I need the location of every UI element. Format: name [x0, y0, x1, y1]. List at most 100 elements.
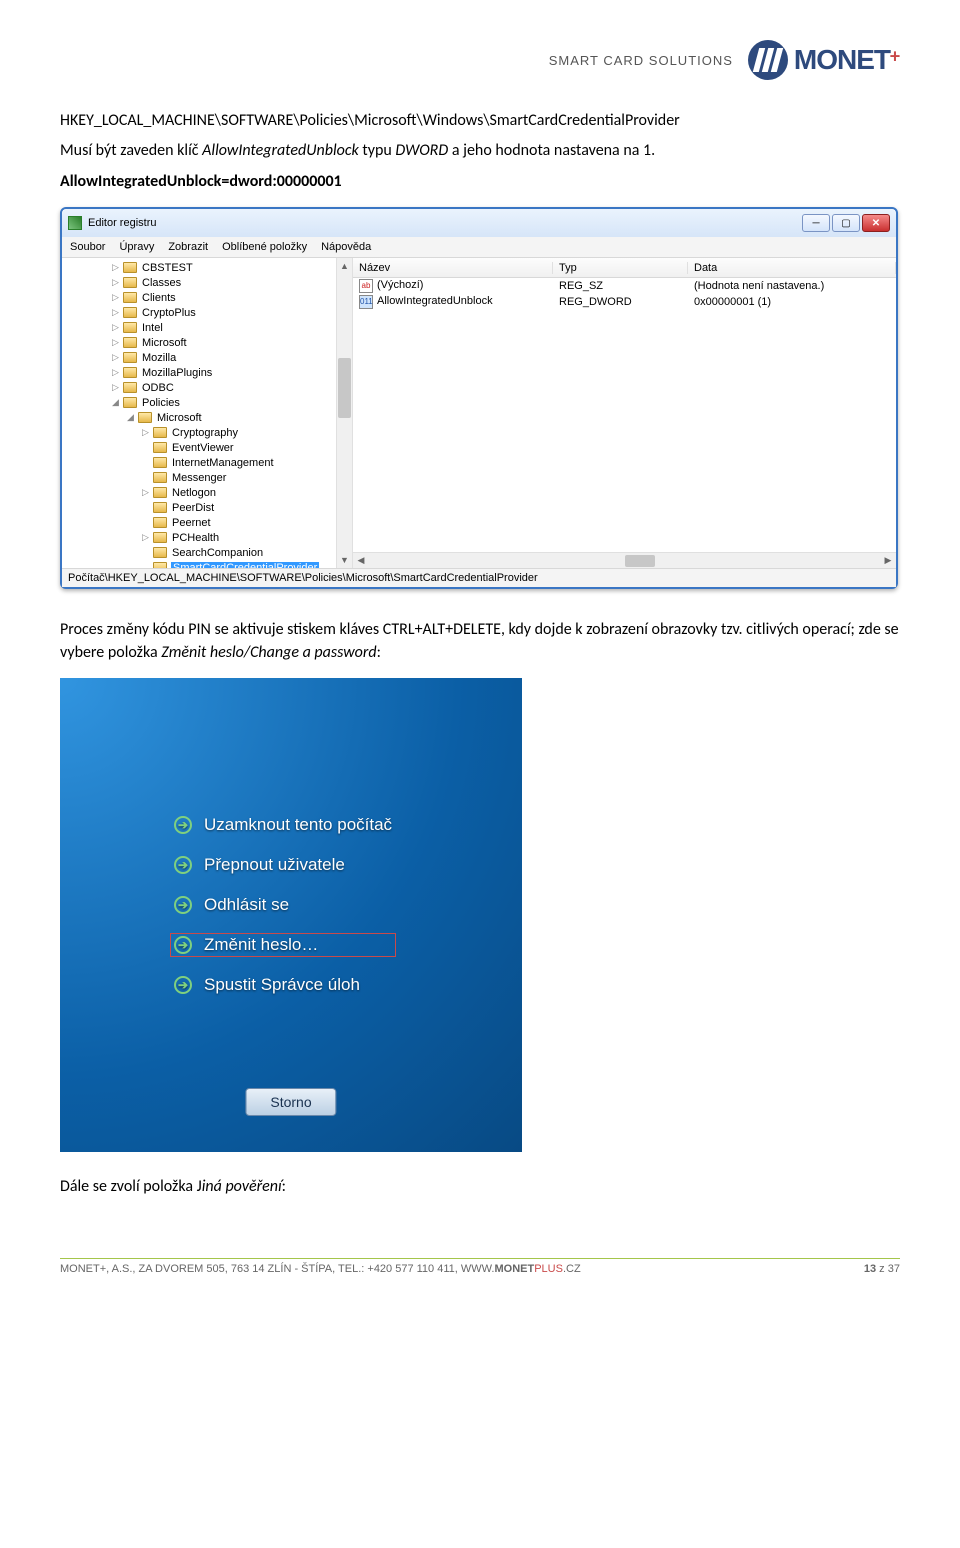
- tree-item[interactable]: EventViewer: [70, 440, 352, 455]
- menu-soubor[interactable]: Soubor: [70, 241, 105, 253]
- logo-text: MONET: [794, 44, 890, 75]
- tree-item[interactable]: ▷Intel: [70, 320, 352, 335]
- arrow-right-icon: ➔: [174, 936, 192, 954]
- expand-toggle-icon[interactable]: [140, 517, 151, 528]
- scroll-down-arrow-icon[interactable]: ▼: [337, 552, 352, 568]
- tree-scrollbar[interactable]: ▲ ▼: [336, 258, 352, 568]
- instruction-line-2: Musí být zaveden klíč AllowIntegratedUnb…: [60, 140, 900, 162]
- list-column-headers[interactable]: Název Typ Data: [353, 258, 896, 278]
- expand-toggle-icon[interactable]: ▷: [140, 427, 151, 438]
- dword-value-icon: 011: [359, 295, 373, 309]
- tree-item[interactable]: ▷Netlogon: [70, 485, 352, 500]
- string-value-icon: ab: [359, 279, 373, 293]
- expand-toggle-icon[interactable]: ◢: [125, 412, 136, 423]
- expand-toggle-icon[interactable]: ▷: [140, 532, 151, 543]
- folder-icon: [153, 532, 167, 543]
- menu-zobrazit[interactable]: Zobrazit: [168, 241, 208, 253]
- expand-toggle-icon[interactable]: [140, 562, 151, 568]
- maximize-button[interactable]: ▢: [832, 214, 860, 232]
- ctrl-alt-del-screenshot: ➔ Uzamknout tento počítač ➔Přepnout uživat…: [60, 678, 522, 1152]
- menu-oblibene[interactable]: Oblíbené položky: [222, 241, 307, 253]
- folder-icon: [123, 397, 137, 408]
- cad-item-label: Spustit Správce úloh: [204, 975, 360, 995]
- cad-menu-item[interactable]: ➔ Spustit Správce úloh: [170, 973, 396, 997]
- cad-menu-item[interactable]: ➔Přepnout uživatele: [170, 853, 396, 877]
- tree-item[interactable]: SearchCompanion: [70, 545, 352, 560]
- minimize-button[interactable]: ─: [802, 214, 830, 232]
- folder-icon: [153, 562, 167, 568]
- logo: MONET+: [748, 40, 900, 80]
- arrow-right-icon: ➔: [174, 856, 192, 874]
- list-hscrollbar[interactable]: ◀ ▶: [353, 552, 896, 568]
- expand-toggle-icon[interactable]: ▷: [110, 262, 121, 273]
- expand-toggle-icon[interactable]: [140, 472, 151, 483]
- footer-page-number: 13 z 37: [864, 1263, 900, 1275]
- folder-icon: [123, 352, 137, 363]
- cad-item-label: Uzamknout tento počítač: [204, 815, 392, 835]
- hscroll-right-arrow-icon[interactable]: ▶: [880, 555, 896, 566]
- cad-menu-item[interactable]: ➔Odhlásit se: [170, 893, 396, 917]
- expand-toggle-icon[interactable]: ▷: [110, 337, 121, 348]
- expand-toggle-icon[interactable]: [140, 457, 151, 468]
- value-data: 0x00000001 (1): [688, 296, 896, 308]
- expand-toggle-icon[interactable]: ▷: [110, 277, 121, 288]
- page-footer: MONET+, A.S., ZA DVOREM 505, 763 14 ZLÍN…: [60, 1258, 900, 1275]
- list-row[interactable]: 011AllowIntegratedUnblockREG_DWORD0x0000…: [353, 294, 896, 310]
- hscroll-thumb[interactable]: [625, 555, 655, 567]
- tree-item-label: CryptoPlus: [141, 307, 197, 319]
- cad-menu-item[interactable]: ➔ Uzamknout tento počítač: [170, 813, 396, 837]
- regedit-tree[interactable]: ▷CBSTEST▷Classes▷Clients▷CryptoPlus▷Inte…: [62, 258, 353, 568]
- arrow-right-icon: ➔: [174, 816, 192, 834]
- scroll-up-arrow-icon[interactable]: ▲: [337, 258, 352, 274]
- tree-item[interactable]: ▷ ODBC: [70, 380, 352, 395]
- tree-item[interactable]: SmartCardCredentialProvider: [70, 560, 352, 568]
- expand-toggle-icon[interactable]: ▷: [110, 307, 121, 318]
- expand-toggle-icon[interactable]: ▷: [110, 367, 121, 378]
- arrow-right-icon: ➔: [174, 976, 192, 994]
- expand-toggle-icon[interactable]: ▷: [110, 352, 121, 363]
- tree-item[interactable]: Messenger: [70, 470, 352, 485]
- close-button[interactable]: ✕: [862, 214, 890, 232]
- tree-item[interactable]: ▷PCHealth: [70, 530, 352, 545]
- tree-item-label: Mozilla: [141, 352, 177, 364]
- tree-item-label: Peernet: [171, 517, 212, 529]
- expand-toggle-icon[interactable]: [140, 442, 151, 453]
- tree-item[interactable]: InternetManagement: [70, 455, 352, 470]
- list-row[interactable]: ab(Výchozí)REG_SZ(Hodnota není nastavena…: [353, 278, 896, 294]
- expand-toggle-icon[interactable]: ◢: [110, 397, 121, 408]
- column-typ[interactable]: Typ: [553, 262, 688, 274]
- expand-toggle-icon[interactable]: [140, 547, 151, 558]
- value-type: REG_SZ: [553, 280, 688, 292]
- tree-item-label: Classes: [141, 277, 182, 289]
- instruction-para-2: Proces změny kódu PIN se aktivuje stiske…: [60, 619, 900, 664]
- tree-item[interactable]: ▷Microsoft: [70, 335, 352, 350]
- tree-item[interactable]: ▷MozillaPlugins: [70, 365, 352, 380]
- tree-item[interactable]: ▷ CryptoPlus: [70, 305, 352, 320]
- storno-button[interactable]: Storno: [245, 1088, 336, 1116]
- cad-menu-item[interactable]: ➔Změnit heslo…: [170, 933, 396, 957]
- tree-item[interactable]: Peernet: [70, 515, 352, 530]
- tree-item-label: ODBC: [141, 382, 175, 394]
- expand-toggle-icon[interactable]: ▷: [110, 382, 121, 393]
- folder-icon: [123, 337, 137, 348]
- menu-napoveda[interactable]: Nápověda: [321, 241, 371, 253]
- tree-item[interactable]: ▷ Classes: [70, 275, 352, 290]
- expand-toggle-icon[interactable]: [140, 502, 151, 513]
- column-name[interactable]: Název: [353, 262, 553, 274]
- tree-item[interactable]: PeerDist: [70, 500, 352, 515]
- tree-item[interactable]: ▷Clients: [70, 290, 352, 305]
- tree-item[interactable]: ◢Microsoft: [70, 410, 352, 425]
- scroll-thumb[interactable]: [338, 358, 351, 418]
- tree-item[interactable]: ▷Cryptography: [70, 425, 352, 440]
- expand-toggle-icon[interactable]: ▷: [140, 487, 151, 498]
- tree-item[interactable]: ▷CBSTEST: [70, 260, 352, 275]
- tree-item[interactable]: ▷ Mozilla: [70, 350, 352, 365]
- hscroll-left-arrow-icon[interactable]: ◀: [353, 555, 369, 566]
- menu-upravy[interactable]: Úpravy: [119, 241, 154, 253]
- expand-toggle-icon[interactable]: ▷: [110, 322, 121, 333]
- folder-icon: [153, 487, 167, 498]
- expand-toggle-icon[interactable]: ▷: [110, 292, 121, 303]
- tree-item[interactable]: ◢Policies: [70, 395, 352, 410]
- instruction-para-3: Dále se zvolí položka Jiná pověření:: [60, 1176, 900, 1198]
- column-data[interactable]: Data: [688, 262, 896, 274]
